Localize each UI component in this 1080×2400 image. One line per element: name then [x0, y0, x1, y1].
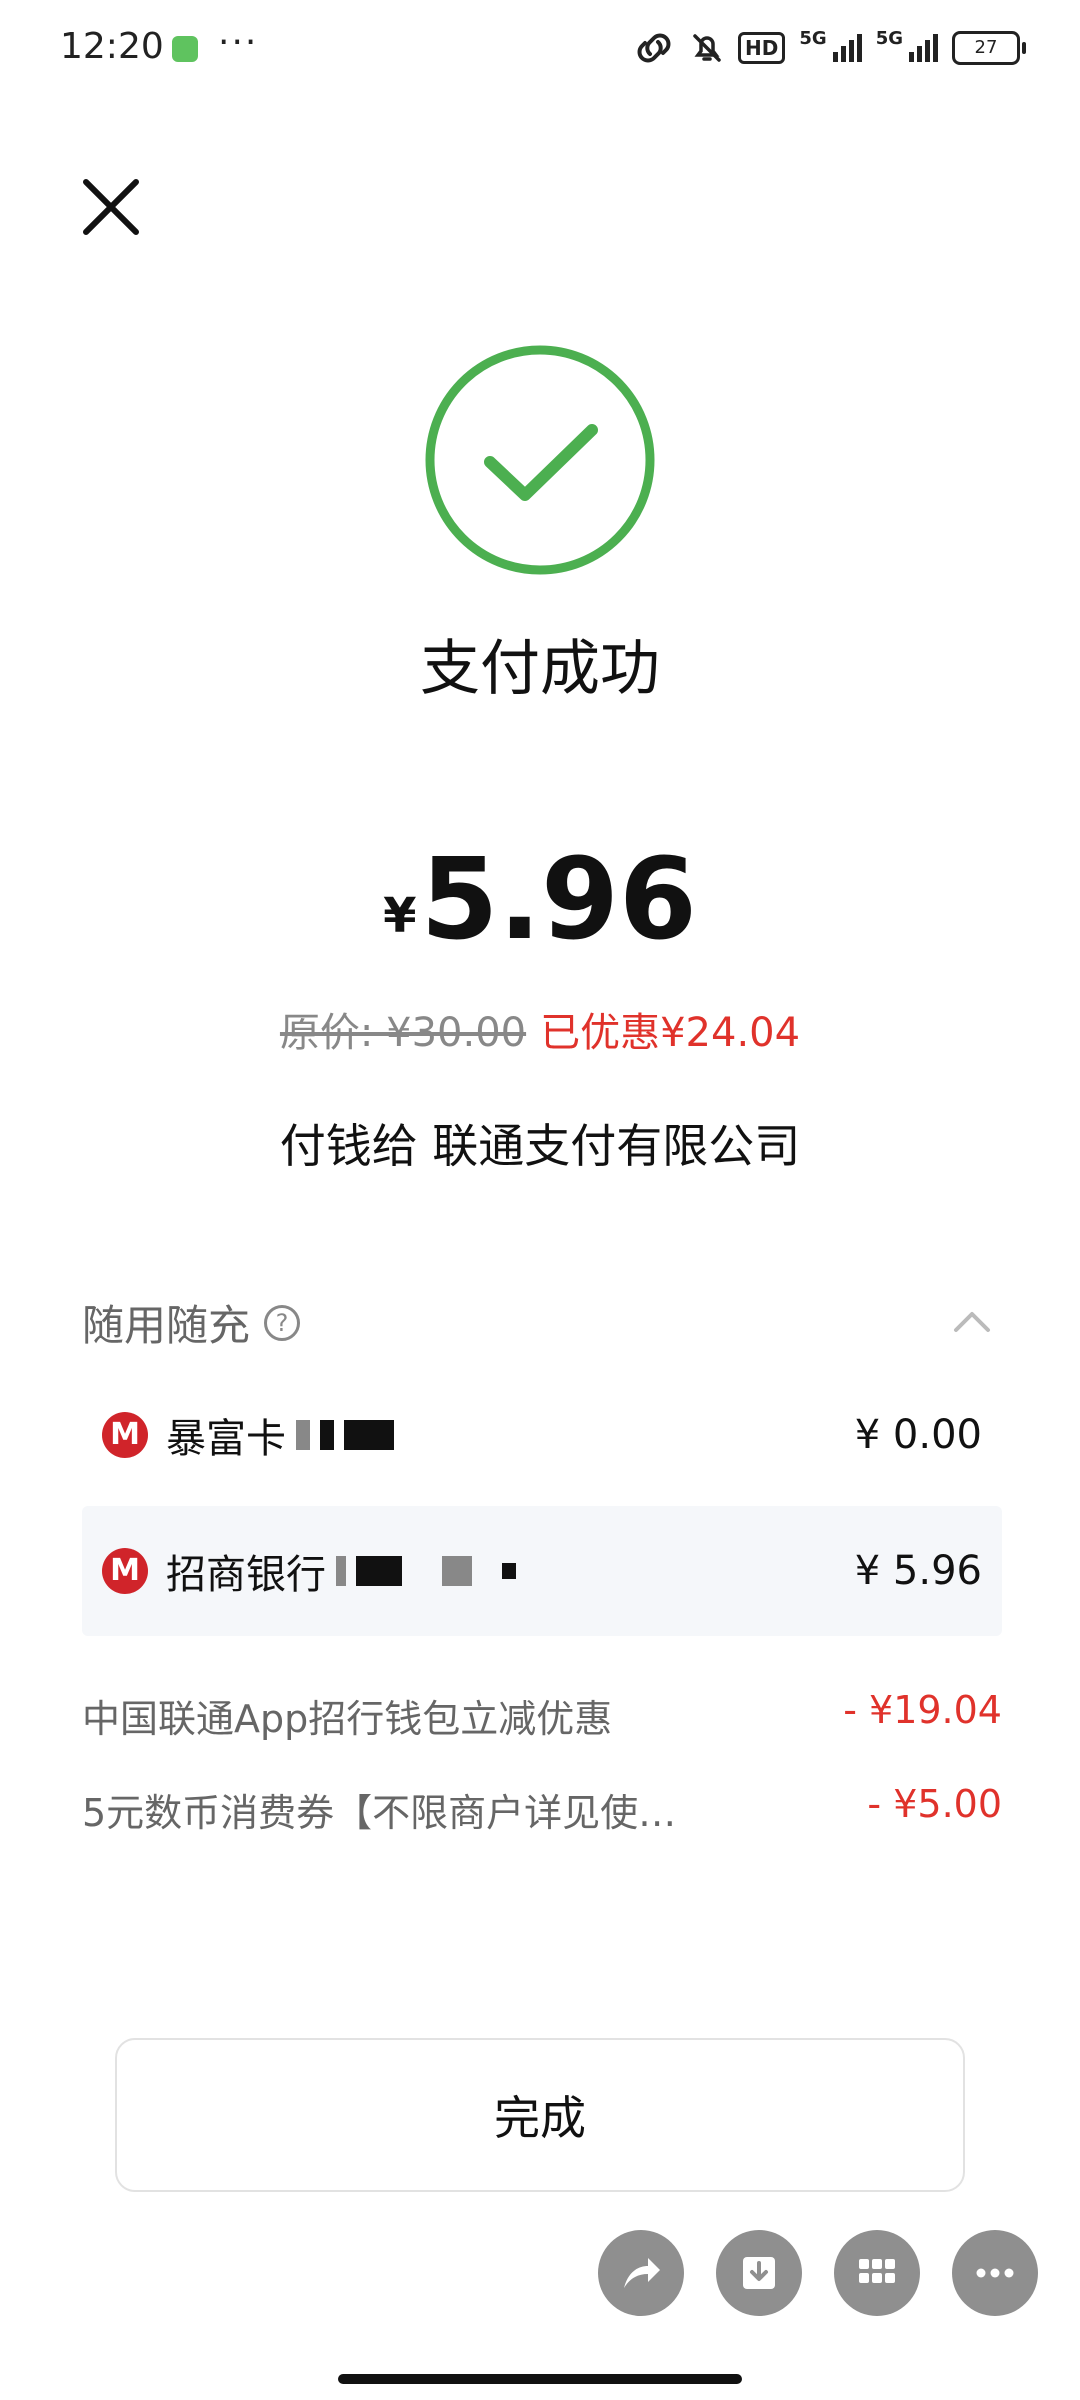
- status-icons: HD 5G 5G 27: [632, 28, 1026, 68]
- promotion-row: 中国联通App招行钱包立减优惠 - ¥19.04: [82, 1688, 1002, 1743]
- payment-method-name: 暴富卡: [166, 1416, 286, 1462]
- promotion-label: 中国联通App招行钱包立减优惠: [82, 1697, 613, 1741]
- promotion-label: 5元数币消费券【不限商户详见使…: [82, 1791, 677, 1835]
- payment-method-amount: ¥ 5.96: [854, 1548, 982, 1594]
- redacted-mark: [296, 1420, 310, 1450]
- signal-icon: [832, 34, 862, 62]
- cmb-logo-icon: M: [102, 1412, 148, 1458]
- help-icon[interactable]: ?: [264, 1304, 301, 1341]
- promotion-row: 5元数币消费券【不限商户详见使… - ¥5.00: [82, 1782, 1002, 1837]
- signal-icon-2: [909, 34, 938, 62]
- battery-icon: 27: [952, 31, 1026, 65]
- redacted-mark: [356, 1556, 402, 1586]
- hd-voice-icon: HD: [738, 32, 786, 64]
- close-icon[interactable]: [80, 176, 142, 238]
- promotion-value: - ¥5.00: [867, 1782, 1002, 1826]
- redacted-mark: [442, 1556, 472, 1586]
- original-price: 原价: ¥30.00: [279, 1010, 527, 1056]
- payee-label: 付钱给 联通支付有限公司: [279, 1119, 801, 1173]
- more-button[interactable]: [952, 2230, 1038, 2316]
- home-indicator[interactable]: [338, 2374, 742, 2384]
- status-time: 12:20: [60, 26, 164, 67]
- success-title: 支付成功: [420, 634, 660, 704]
- more-dots-icon: [976, 2268, 1014, 2278]
- more-notifications-icon: ···: [218, 22, 259, 63]
- grid-icon: [859, 2259, 895, 2283]
- network-type-label: 5G: [799, 28, 827, 49]
- payment-method-row: M 暴富卡 ¥ 0.00: [82, 1370, 1002, 1500]
- price-row: 原价: ¥30.00 已优惠¥24.04: [0, 1000, 1080, 1058]
- share-icon: [624, 2258, 660, 2288]
- wechat-icon: [172, 36, 198, 62]
- payment-method-row: M 招商银行 ¥ 5.96: [82, 1506, 1002, 1636]
- success-check-icon: [425, 345, 655, 575]
- redacted-mark: [336, 1556, 346, 1586]
- chevron-up-icon[interactable]: [950, 1300, 994, 1344]
- link-icon: [637, 33, 671, 63]
- apps-button[interactable]: [834, 2230, 920, 2316]
- payment-method-amount: ¥ 0.00: [854, 1412, 982, 1458]
- network-type-label-2: 5G: [875, 28, 903, 49]
- currency-symbol: ¥: [383, 888, 417, 944]
- payment-methods-title: 随用随充 ?: [82, 1292, 301, 1353]
- discount-amount: 已优惠¥24.04: [540, 1010, 801, 1056]
- status-bar: 12:20 ··· HD 5G 5G 27: [0, 0, 1080, 96]
- redacted-mark: [502, 1563, 516, 1579]
- download-button[interactable]: [716, 2230, 802, 2316]
- done-button[interactable]: 完成: [115, 2038, 965, 2192]
- share-button[interactable]: [598, 2230, 684, 2316]
- cmb-logo-icon: M: [102, 1548, 148, 1594]
- download-icon: [743, 2257, 775, 2289]
- promotion-value: - ¥19.04: [843, 1688, 1002, 1732]
- redacted-mark: [320, 1420, 334, 1450]
- mute-bell-icon: [693, 34, 721, 62]
- amount-row: ¥5.96: [0, 835, 1080, 965]
- payment-methods-title-text: 随用随充: [82, 1301, 251, 1350]
- payment-method-name: 招商银行: [166, 1552, 326, 1598]
- paid-amount: 5.96: [420, 835, 697, 965]
- redacted-mark: [344, 1420, 394, 1450]
